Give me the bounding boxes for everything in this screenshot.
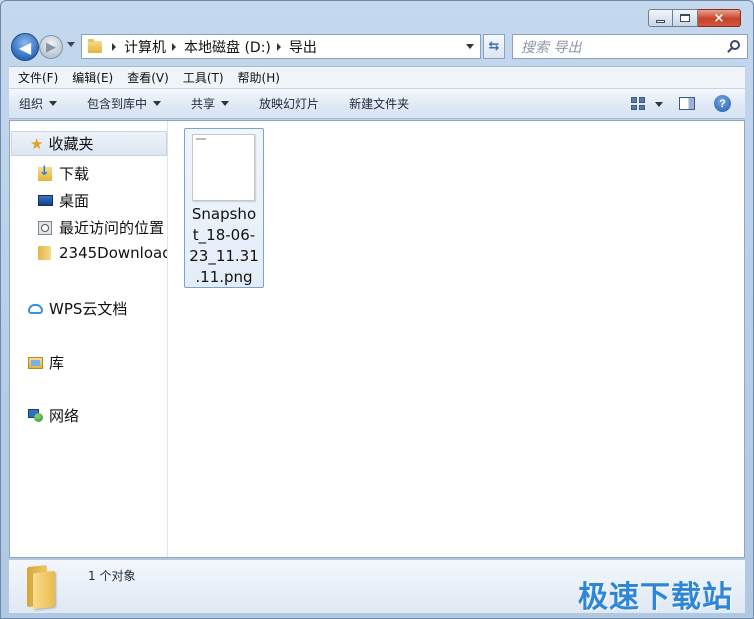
network-icon bbox=[28, 409, 43, 422]
file-name-line: Snapsho bbox=[191, 205, 257, 223]
window-controls: × bbox=[648, 9, 741, 27]
sidebar-item-favorites[interactable]: ★ 收藏夹 bbox=[11, 131, 167, 156]
recent-places-icon bbox=[38, 220, 52, 235]
address-bar[interactable]: 计算机 本地磁盘 (D:) 导出 bbox=[81, 34, 481, 59]
file-name-line: .11.png bbox=[195, 268, 253, 286]
share-label: 共享 bbox=[191, 97, 216, 111]
search-icon[interactable] bbox=[730, 40, 740, 50]
sidebar-item-label: 收藏夹 bbox=[48, 135, 94, 153]
minimize-icon bbox=[656, 19, 665, 23]
menu-help[interactable]: 帮助(H) bbox=[238, 69, 280, 86]
back-button[interactable]: ◀ bbox=[11, 33, 39, 61]
sidebar-item-label: 库 bbox=[49, 354, 65, 372]
sidebar-item-label: WPS云文档 bbox=[49, 300, 128, 318]
breadcrumb-computer[interactable]: 计算机 bbox=[124, 37, 166, 57]
breadcrumb-separator-icon[interactable] bbox=[112, 42, 116, 51]
details-pane: 1 个对象 极速下载站 bbox=[9, 559, 745, 615]
sidebar-item-downloads[interactable]: 下载 bbox=[38, 163, 89, 184]
explorer-window: × ◀ ▶ 计算机 本地磁盘 (D:) 导出 ⇆ 搜索 导出 文件(F) 编辑(… bbox=[0, 0, 754, 619]
file-name-line: t_18-06- bbox=[192, 226, 256, 244]
sidebar-item-label: 桌面 bbox=[59, 192, 90, 210]
preview-pane-icon[interactable] bbox=[679, 97, 695, 110]
forward-button[interactable]: ▶ bbox=[39, 35, 63, 59]
library-icon bbox=[28, 356, 43, 369]
chevron-down-icon bbox=[153, 101, 162, 106]
chevron-down-icon bbox=[221, 101, 230, 106]
breadcrumb-separator-icon[interactable] bbox=[276, 42, 281, 51]
organize-label: 组织 bbox=[19, 97, 44, 111]
breadcrumb-separator-icon[interactable] bbox=[172, 42, 176, 51]
close-icon: × bbox=[713, 10, 725, 26]
recent-pages-dropdown[interactable] bbox=[67, 42, 75, 47]
address-dropdown-icon[interactable] bbox=[466, 44, 474, 49]
minimize-button[interactable] bbox=[648, 9, 673, 27]
breadcrumb-export[interactable]: 导出 bbox=[289, 37, 317, 57]
content-area: ★ 收藏夹 下载 桌面 最近访问的位置 2345Downloads WPS bbox=[9, 120, 745, 558]
menu-file[interactable]: 文件(F) bbox=[18, 69, 58, 86]
sidebar-item-recent-places[interactable]: 最近访问的位置 bbox=[38, 217, 164, 238]
chevron-down-icon bbox=[49, 101, 58, 106]
refresh-button[interactable]: ⇆ bbox=[483, 34, 505, 59]
folder-icon bbox=[27, 564, 59, 610]
desktop-icon bbox=[38, 195, 53, 206]
file-name-line: 23_11.31 bbox=[189, 247, 259, 265]
item-count: 1 个对象 bbox=[88, 569, 136, 583]
organize-button[interactable]: 组织 bbox=[19, 95, 58, 112]
image-thumbnail bbox=[192, 134, 255, 201]
sidebar-item-2345downloads[interactable]: 2345Downloads bbox=[38, 244, 168, 262]
arrow-left-icon: ◀ bbox=[18, 37, 32, 57]
watermark-logo: 极速下载站 bbox=[578, 580, 733, 615]
change-view-icon[interactable] bbox=[631, 97, 645, 110]
sidebar-item-network[interactable]: 网络 bbox=[28, 405, 79, 426]
close-button[interactable]: × bbox=[698, 9, 741, 27]
sidebar-item-label: 下载 bbox=[59, 165, 90, 183]
include-in-library-button[interactable]: 包含到库中 bbox=[87, 95, 162, 112]
menu-edit[interactable]: 编辑(E) bbox=[72, 69, 113, 86]
refresh-icon: ⇆ bbox=[488, 39, 500, 54]
sidebar-item-label: 最近访问的位置 bbox=[59, 219, 165, 237]
sidebar-item-desktop[interactable]: 桌面 bbox=[38, 190, 89, 211]
folder-icon bbox=[38, 246, 51, 260]
navigation-pane: ★ 收藏夹 下载 桌面 最近访问的位置 2345Downloads WPS bbox=[10, 121, 168, 557]
menu-view[interactable]: 查看(V) bbox=[127, 69, 169, 86]
search-input[interactable]: 搜索 导出 bbox=[512, 34, 748, 59]
menu-bar: 文件(F) 编辑(E) 查看(V) 工具(T) 帮助(H) bbox=[9, 66, 745, 88]
maximize-button[interactable] bbox=[673, 9, 698, 27]
folder-icon bbox=[88, 38, 102, 53]
file-item[interactable]: Snapsho t_18-06- 23_11.31 .11.png bbox=[184, 128, 264, 288]
command-bar: 组织 包含到库中 共享 放映幻灯片 新建文件夹 ? bbox=[9, 89, 745, 119]
arrow-right-icon: ▶ bbox=[46, 39, 56, 55]
slideshow-button[interactable]: 放映幻灯片 bbox=[259, 95, 319, 112]
navigation-row: ◀ ▶ 计算机 本地磁盘 (D:) 导出 ⇆ 搜索 导出 bbox=[9, 32, 748, 62]
sidebar-item-label: 网络 bbox=[49, 407, 80, 425]
view-options-dropdown-icon[interactable] bbox=[655, 102, 663, 107]
download-folder-icon bbox=[38, 164, 52, 181]
share-button[interactable]: 共享 bbox=[191, 95, 230, 112]
cloud-icon bbox=[28, 303, 43, 314]
sidebar-item-libraries[interactable]: 库 bbox=[28, 352, 64, 373]
breadcrumb-drive-d[interactable]: 本地磁盘 (D:) bbox=[184, 37, 271, 57]
file-name: Snapsho t_18-06- 23_11.31 .11.png bbox=[187, 204, 261, 288]
menu-tools[interactable]: 工具(T) bbox=[183, 69, 224, 86]
new-folder-button[interactable]: 新建文件夹 bbox=[349, 95, 409, 112]
maximize-icon bbox=[680, 14, 690, 22]
sidebar-item-wps-cloud[interactable]: WPS云文档 bbox=[28, 298, 127, 319]
include-in-library-label: 包含到库中 bbox=[87, 97, 148, 111]
star-icon: ★ bbox=[30, 134, 44, 153]
sidebar-item-label: 2345Downloads bbox=[59, 244, 168, 262]
search-placeholder: 搜索 导出 bbox=[521, 39, 582, 56]
file-list[interactable]: Snapsho t_18-06- 23_11.31 .11.png bbox=[169, 121, 744, 557]
help-icon[interactable]: ? bbox=[714, 95, 731, 112]
